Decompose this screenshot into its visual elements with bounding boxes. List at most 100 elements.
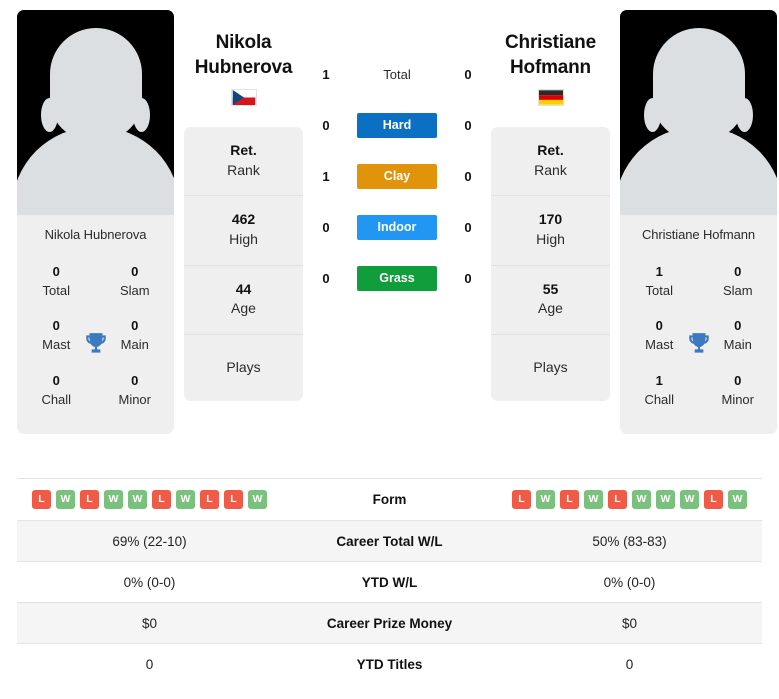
avatar-shoulders [620,127,777,215]
right-player-card: Christiane Hofmann 1 Total 0 Slam 0 Mast [620,10,777,435]
left-title-chall-value: 0 [52,372,60,388]
form-badge-l: L [560,490,579,509]
right-player-last-name: Hofmann [510,57,591,79]
form-badge-l: L [224,490,243,509]
left-title-total-label: Total [42,282,70,298]
left-title-slam-value: 0 [131,264,139,279]
h2h-indoor-chip[interactable]: Indoor [357,215,437,240]
row-label-form: Form [372,492,407,507]
left-stat-plays-label: Plays [226,358,261,375]
right-form-badges: LWLWLWWWLW [503,490,756,509]
right-player-name-header: Christiane Hofmann [491,10,610,107]
left-stat-high-label: High [229,230,258,247]
row-label-career-total-wl: Career Total W/L [336,533,443,549]
right-ytd-titles: 0 [625,656,634,672]
avatar-ear-left [41,98,58,132]
right-stat-plays-label: Plays [533,358,568,375]
row-label-ytd-titles: YTD Titles [356,656,423,672]
left-stat-rank-value: Ret. [230,142,257,159]
left-career-total-wl: 69% (22-10) [112,533,187,549]
h2h-row-clay: 1 Clay 0 [313,164,481,189]
left-player-titles-grid: 0 Total 0 Slam 0 Mast 0 Main 0 Chall 0 M… [17,255,174,434]
right-title-chall: 1 Chall [620,364,699,418]
right-stat-card: Ret. Rank 170 High 55 Age Plays [491,127,610,402]
right-ytd-wl: 0% (0-0) [603,574,656,590]
left-player-photo [17,10,174,215]
h2h-grass-right: 0 [464,271,472,286]
right-title-main-label: Main [723,337,752,353]
h2h-indoor-left: 0 [322,220,330,235]
left-ytd-titles: 0 [145,656,154,672]
right-stat-plays: Plays [491,335,610,402]
h2h-clay-chip[interactable]: Clay [357,164,437,189]
left-stats-column: Nikola Hubnerova Ret. Rank 462 High 44 A… [184,10,303,402]
h2h-row-grass: 0 Grass 0 [313,266,481,291]
left-title-minor-label: Minor [118,391,151,407]
row-label-ytd-wl: YTD W/L [361,574,418,590]
left-title-chall: 0 Chall [17,364,96,418]
right-player-titles-grid: 1 Total 0 Slam 0 Mast 0 Main 1 Chall 0 M… [620,255,777,434]
right-title-minor-label: Minor [721,391,754,407]
flag-germany-icon [537,89,564,107]
h2h-row-indoor: 0 Indoor 0 [313,215,481,240]
form-badge-w: W [56,490,75,509]
left-title-main-value: 0 [131,318,139,334]
form-badge-l: L [512,490,531,509]
left-stat-age-value: 44 [235,280,252,297]
form-badge-w: W [728,490,747,509]
right-stat-rank-value: Ret. [537,142,564,159]
h2h-hard-chip[interactable]: Hard [357,113,437,138]
left-stat-rank-label: Rank [227,161,260,178]
table-row-career-prize-money: $0 Career Prize Money $0 [17,602,762,644]
right-title-total-label: Total [645,282,673,298]
right-title-total-value: 1 [655,264,663,279]
left-stat-high: 462 High [184,196,303,266]
comparison-table-wrapper: LWLWWLWLLW Form LWLWLWWWLW 69% (22-10) C… [0,478,779,685]
right-title-minor: 0 Minor [699,364,778,418]
form-badge-w: W [128,490,147,509]
right-title-main-value: 0 [734,318,742,334]
right-player-column: Christiane Hofmann 1 Total 0 Slam 0 Mast [620,10,777,435]
h2h-row-hard: 0 Hard 0 [313,113,481,138]
right-player-photo [620,10,777,215]
h2h-hard-left: 0 [322,118,330,133]
right-title-chall-label: Chall [644,391,675,407]
form-badge-w: W [176,490,195,509]
right-stat-rank-label: Rank [534,161,567,178]
left-career-prize-money: $0 [141,615,158,631]
left-stat-age: 44 Age [184,266,303,335]
left-form-badges: LWLWWLWLLW [23,490,276,509]
left-title-total-value: 0 [52,264,60,279]
right-stat-high: 170 High [491,196,610,266]
table-row-career-total-wl: 69% (22-10) Career Total W/L 50% (83-83) [17,520,762,562]
right-stat-age-label: Age [538,300,563,317]
left-ytd-wl: 0% (0-0) [123,574,176,590]
left-stat-rank: Ret. Rank [184,127,303,197]
left-title-total: 0 Total [17,255,96,309]
trophy-icon [85,332,106,353]
h2h-total-right: 0 [464,67,472,82]
right-title-chall-value: 1 [655,372,663,388]
form-badge-l: L [704,490,723,509]
form-badge-l: L [80,490,99,509]
left-player-column: Nikola Hubnerova 0 Total 0 Slam 0 Mast 0… [17,10,174,435]
h2h-grass-chip[interactable]: Grass [357,266,437,291]
left-form-cell: LWLWWLWLLW [17,479,282,521]
left-player-photo-name: Nikola Hubnerova [17,215,174,255]
table-row-ytd-wl: 0% (0-0) YTD W/L 0% (0-0) [17,561,762,603]
right-title-slam-value: 0 [734,264,742,279]
head-to-head-column: 1 Total 0 0 Hard 0 1 Clay 0 0 Indoor 0 0 [313,10,481,317]
form-badge-w: W [584,490,603,509]
left-title-minor: 0 Minor [96,364,175,418]
right-title-slam-label: Slam [722,282,753,298]
right-stats-column: Christiane Hofmann Ret. Rank 170 High 55… [491,10,610,402]
table-row-form: LWLWWLWLLW Form LWLWLWWWLW [17,478,762,521]
left-title-slam: 0 Slam [96,255,175,309]
right-stat-high-label: High [536,230,565,247]
right-stat-age-value: 55 [542,280,559,297]
avatar-ear-right [133,98,150,132]
right-career-prize-money: $0 [621,615,638,631]
left-title-minor-value: 0 [131,372,139,388]
h2h-grass-left: 0 [322,271,330,286]
right-title-slam: 0 Slam [699,255,778,309]
